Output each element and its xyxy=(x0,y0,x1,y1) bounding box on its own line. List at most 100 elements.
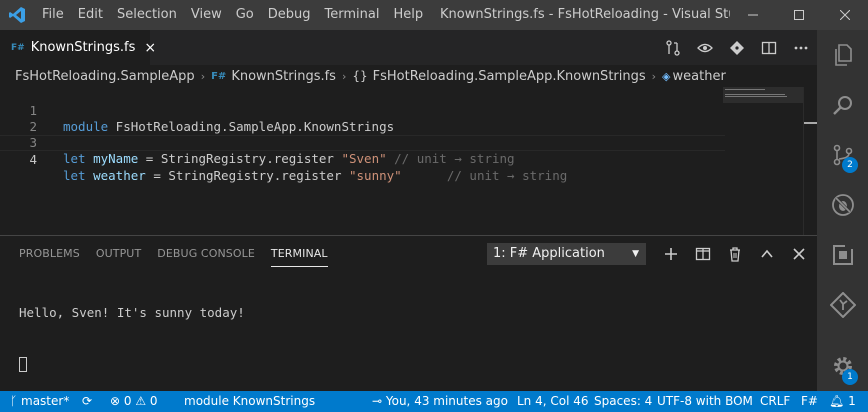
caret-down-icon: ▼ xyxy=(632,249,639,259)
minimap-line xyxy=(725,96,787,97)
editor-actions xyxy=(657,30,817,65)
line-number: 4 xyxy=(29,152,37,167)
manage-button[interactable]: 1 xyxy=(817,341,868,391)
scm-count-badge: 2 xyxy=(842,157,858,173)
vscode-logo-icon xyxy=(0,0,34,30)
kill-terminal-button[interactable] xyxy=(719,240,751,268)
open-changes-button[interactable] xyxy=(657,30,689,65)
breadcrumb-symbol[interactable]: weather xyxy=(673,69,726,84)
namespace-icon: {} xyxy=(352,69,368,83)
minimap-line xyxy=(725,94,785,95)
vertical-scrollbar[interactable] xyxy=(803,87,818,235)
current-module[interactable]: module KnownStrings xyxy=(184,391,315,412)
symbol-field-icon: ◈ xyxy=(662,69,671,83)
debug-button[interactable] xyxy=(817,180,868,230)
code-line: 3 let myName = StringRegistry.register "… xyxy=(0,119,725,166)
git-diamond-icon xyxy=(829,292,856,318)
close-icon xyxy=(793,248,805,260)
branch-icon: ᚴ xyxy=(10,394,22,408)
codelens-annotation: // unit → string xyxy=(386,151,515,166)
gitlens-button[interactable] xyxy=(817,280,868,330)
no-bug-icon xyxy=(831,194,854,216)
indentation[interactable]: Spaces: 4 xyxy=(594,391,652,412)
close-icon xyxy=(840,10,850,20)
explorer-button[interactable] xyxy=(817,30,868,80)
chevron-up-icon xyxy=(761,249,773,258)
notifications[interactable]: 🔔︎ 1 xyxy=(829,391,856,412)
menu-selection[interactable]: Selection xyxy=(110,0,184,30)
more-actions-button[interactable] xyxy=(785,30,817,65)
scrollbar-cursor-marker xyxy=(804,122,818,124)
git-diamond-icon xyxy=(730,40,744,55)
panel-actions xyxy=(655,240,815,268)
new-terminal-button[interactable] xyxy=(655,240,687,268)
cursor-position[interactable]: Ln 4, Col 46 xyxy=(517,391,589,412)
menu-view[interactable]: View xyxy=(184,0,229,30)
minimap[interactable] xyxy=(723,87,803,103)
menu-terminal[interactable]: Terminal xyxy=(318,0,387,30)
menu-go[interactable]: Go xyxy=(229,0,261,30)
terminal-select-value: 1: F# Application xyxy=(493,246,605,261)
tab-debug-console[interactable]: DEBUG CONSOLE xyxy=(149,236,263,272)
tab-output[interactable]: OUTPUT xyxy=(88,236,149,272)
encoding[interactable]: UTF-8 with BOM xyxy=(657,391,753,412)
maximize-icon xyxy=(794,10,804,20)
search-button[interactable] xyxy=(817,80,868,130)
tab-close-icon[interactable]: × xyxy=(144,40,156,56)
window-title: KnownStrings.fs - FsHotReloading - Visua… xyxy=(440,7,730,22)
settings-update-badge: 1 xyxy=(842,369,858,385)
close-panel-button[interactable] xyxy=(783,240,815,268)
chevron-right-icon: › xyxy=(200,69,206,83)
minimap-line xyxy=(725,89,765,90)
tab-terminal[interactable]: TERMINAL xyxy=(263,236,336,272)
maximize-panel-button[interactable] xyxy=(751,240,783,268)
maximize-button[interactable] xyxy=(776,0,822,30)
chevron-right-icon: › xyxy=(341,69,347,83)
code-editor[interactable]: 1 module FsHotReloading.SampleApp.KnownS… xyxy=(0,87,818,235)
minimize-button[interactable] xyxy=(730,0,776,30)
branch-indicator[interactable]: ᚴ master* xyxy=(10,391,69,412)
toggle-blame-button[interactable] xyxy=(689,30,721,65)
code-line: 2 xyxy=(0,103,725,134)
language-mode[interactable]: F# xyxy=(801,391,818,412)
problems-indicator[interactable]: ⊗ 0 ⚠ 0 xyxy=(110,391,158,412)
eye-icon xyxy=(697,43,713,52)
window-controls xyxy=(730,0,868,30)
status-bar: ᚴ master* ⟳ ⊗ 0 ⚠ 0 module KnownStrings … xyxy=(0,391,868,412)
title-bar: File Edit Selection View Go Debug Termin… xyxy=(0,0,868,30)
code-line-current: 4 let weather = StringRegistry.register … xyxy=(0,135,725,183)
menu-debug[interactable]: Debug xyxy=(261,0,318,30)
fsharp-file-icon: F# xyxy=(211,70,227,82)
split-terminal-button[interactable] xyxy=(687,240,719,268)
remote-explorer-button[interactable] xyxy=(817,230,868,280)
split-editor-icon xyxy=(761,41,777,54)
tab-knownstrings[interactable]: F# KnownStrings.fs × xyxy=(0,30,156,65)
split-editor-button[interactable] xyxy=(753,30,785,65)
plus-icon xyxy=(665,248,677,260)
end-of-line[interactable]: CRLF xyxy=(760,391,790,412)
close-window-button[interactable] xyxy=(822,0,868,30)
warning-icon: ⚠ xyxy=(131,394,150,408)
sync-icon[interactable]: ⟳ xyxy=(82,391,92,412)
tab-problems[interactable]: PROBLEMS xyxy=(11,236,88,272)
extensions-icon xyxy=(832,244,853,265)
fsharp-file-icon: F# xyxy=(11,42,25,53)
terminal-select[interactable]: 1: F# Application ▼ xyxy=(487,243,646,265)
menu-edit[interactable]: Edit xyxy=(71,0,110,30)
blame-indicator[interactable]: ⊸ You, 43 minutes ago xyxy=(372,391,508,412)
breadcrumb-project[interactable]: FsHotReloading.SampleApp xyxy=(15,69,195,84)
minimize-icon xyxy=(748,14,758,16)
codelens-annotation: // unit → string xyxy=(401,168,568,183)
breadcrumb-file[interactable]: KnownStrings.fs xyxy=(231,69,336,84)
git-lens-button[interactable] xyxy=(721,30,753,65)
code-text: let weather = StringRegistry.register "s… xyxy=(63,168,568,183)
breadcrumb: FsHotReloading.SampleApp › F# KnownStrin… xyxy=(0,65,817,87)
editor-tab-bar: F# KnownStrings.fs × xyxy=(0,30,817,65)
menu-help[interactable]: Help xyxy=(386,0,430,30)
menu-file[interactable]: File xyxy=(34,0,71,30)
panel-tabs: PROBLEMS OUTPUT DEBUG CONSOLE TERMINAL xyxy=(0,236,336,272)
source-control-button[interactable]: 2 xyxy=(817,130,868,180)
tab-label: KnownStrings.fs xyxy=(30,40,136,55)
breadcrumb-module[interactable]: FsHotReloading.SampleApp.KnownStrings xyxy=(373,69,646,84)
terminal-output[interactable]: Hello, Sven! It's sunny today! xyxy=(19,270,245,406)
